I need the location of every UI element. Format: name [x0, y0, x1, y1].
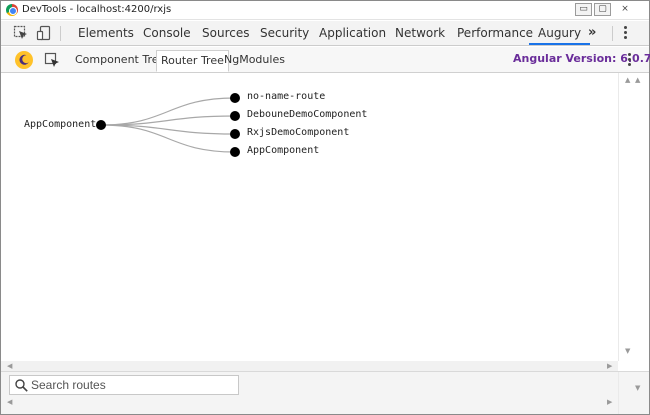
tab-console[interactable]: Console: [143, 21, 191, 45]
horizontal-scrollbar[interactable]: ◀ ▶: [1, 361, 618, 371]
tab-performance[interactable]: Performance: [457, 21, 533, 45]
tab-application[interactable]: Application: [319, 21, 386, 45]
route-node-label[interactable]: RxjsDemoComponent: [247, 127, 349, 138]
augury-toolbar: Component Tree Router Tree NgModules Ang…: [1, 47, 650, 73]
theme-toggle-button[interactable]: [15, 51, 33, 69]
tab-augury[interactable]: Augury: [529, 21, 591, 45]
device-toolbar-icon[interactable]: [36, 25, 52, 41]
root-node-label[interactable]: AppComponent: [24, 119, 96, 130]
tab-elements[interactable]: Elements: [78, 21, 134, 45]
route-node[interactable]: [230, 93, 240, 103]
route-node[interactable]: [230, 111, 240, 121]
scroll-right-icon[interactable]: ▶: [607, 398, 612, 406]
tab-security[interactable]: Security: [260, 21, 309, 45]
title-bar: DevTools - localhost:4200/rxjs ▭ ▢ ⨯: [1, 1, 649, 20]
route-node-label[interactable]: no-name-route: [247, 91, 325, 102]
scroll-up-icon[interactable]: ▲: [635, 76, 640, 84]
more-tabs-icon[interactable]: »: [588, 25, 596, 40]
route-node-label[interactable]: AppComponent: [247, 145, 319, 156]
route-node[interactable]: [230, 147, 240, 157]
scroll-left-icon[interactable]: ◀: [7, 362, 12, 370]
vertical-scrollbar[interactable]: ▲ ▲ ▼: [618, 73, 649, 361]
minimize-button[interactable]: ▭: [575, 3, 592, 16]
tab-sources[interactable]: Sources: [202, 21, 249, 45]
root-node[interactable]: [96, 120, 106, 130]
vertical-scrollbar[interactable]: ▼: [618, 372, 649, 414]
tab-router-tree[interactable]: Router Tree: [156, 50, 229, 72]
scroll-left-icon[interactable]: ◀: [7, 398, 12, 406]
search-box[interactable]: [9, 375, 239, 395]
horizontal-scrollbar[interactable]: ◀ ▶: [1, 396, 618, 406]
search-bar-area: ◀ ▶ ▼: [1, 371, 649, 414]
search-icon: [15, 379, 28, 392]
close-button[interactable]: ⨯: [615, 3, 635, 16]
search-input[interactable]: [31, 377, 231, 393]
devtools-menu-icon[interactable]: [624, 26, 628, 41]
tab-ngmodules[interactable]: NgModules: [220, 50, 289, 72]
chrome-icon: [6, 4, 18, 16]
toolbar-divider: [612, 26, 613, 41]
scroll-down-icon[interactable]: ▼: [625, 347, 630, 355]
route-node-label[interactable]: DebouneDemoComponent: [247, 109, 367, 120]
window-title: DevTools - localhost:4200/rxjs: [22, 4, 172, 15]
devtools-tab-bar: Elements Console Sources Security Applic…: [1, 21, 649, 46]
router-tree-view: AppComponent no-name-route DebouneDemoCom…: [1, 73, 618, 361]
inspect-element-icon[interactable]: [13, 25, 29, 41]
route-node[interactable]: [230, 129, 240, 139]
tab-network[interactable]: Network: [395, 21, 445, 45]
select-component-icon[interactable]: [44, 52, 60, 68]
toolbar-divider: [60, 26, 61, 41]
scroll-right-icon[interactable]: ▶: [607, 362, 612, 370]
scroll-down-icon[interactable]: ▼: [635, 384, 640, 392]
maximize-button[interactable]: ▢: [594, 3, 611, 16]
augury-menu-icon[interactable]: [628, 53, 632, 68]
scroll-up-icon[interactable]: ▲: [625, 76, 630, 84]
devtools-window: DevTools - localhost:4200/rxjs ▭ ▢ ⨯ Ele…: [0, 0, 650, 415]
tab-component-tree[interactable]: Component Tree: [71, 50, 169, 72]
moon-icon: [19, 54, 29, 65]
